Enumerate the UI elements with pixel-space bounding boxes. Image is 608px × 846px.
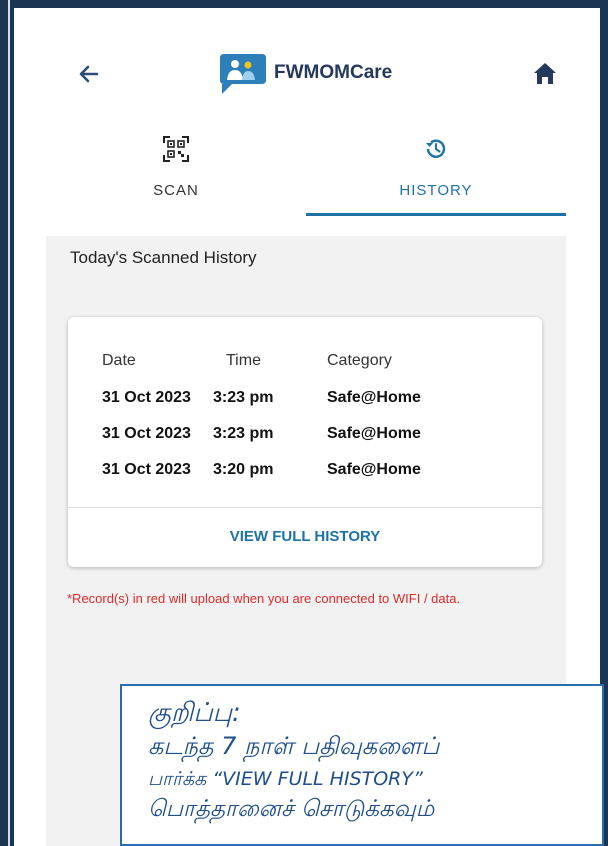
tip-line-3: பொத்தானைச் சொடுக்கவும் bbox=[148, 796, 435, 822]
qr-code-icon bbox=[163, 136, 189, 162]
app-bar: FWMOMCare bbox=[14, 8, 600, 128]
view-full-history-button[interactable]: VIEW FULL HISTORY bbox=[68, 508, 542, 566]
home-icon bbox=[534, 63, 556, 84]
row-category: Safe@Home bbox=[327, 425, 421, 442]
home-button[interactable] bbox=[525, 54, 565, 94]
tab-history[interactable]: HISTORY bbox=[306, 126, 566, 218]
back-button[interactable] bbox=[69, 54, 109, 94]
app-title: FWMOMCare bbox=[274, 62, 393, 83]
tip-overlay: குறிப்பு: கடந்த 7 நாள் பதிவுகளைப் பார்க்… bbox=[120, 684, 604, 846]
section-title: Today's Scanned History bbox=[70, 248, 257, 267]
row-date: 31 Oct 2023 bbox=[102, 389, 191, 406]
tip-heading: குறிப்பு: bbox=[148, 698, 241, 728]
tab-indicator bbox=[306, 213, 566, 216]
tab-bar: SCAN HISTORY bbox=[46, 126, 566, 218]
row-date: 31 Oct 2023 bbox=[102, 461, 191, 478]
frame-border bbox=[8, 0, 10, 846]
history-icon bbox=[426, 139, 446, 158]
tip-line-2: பார்க்க “VIEW FULL HISTORY” bbox=[148, 768, 423, 790]
row-category: Safe@Home bbox=[327, 389, 421, 406]
history-card: Date Time Category 31 Oct 2023 3:23 pm S… bbox=[68, 317, 542, 567]
row-category: Safe@Home bbox=[327, 461, 421, 478]
row-date: 31 Oct 2023 bbox=[102, 425, 191, 442]
tab-history-label: HISTORY bbox=[399, 182, 473, 199]
column-header-time: Time bbox=[226, 352, 261, 369]
row-time: 3:20 pm bbox=[213, 461, 274, 478]
row-time: 3:23 pm bbox=[213, 389, 274, 406]
tab-scan[interactable]: SCAN bbox=[46, 126, 306, 218]
row-time: 3:23 pm bbox=[213, 425, 274, 442]
column-header-category: Category bbox=[327, 352, 392, 369]
column-header-date: Date bbox=[102, 352, 136, 369]
tab-scan-label: SCAN bbox=[153, 182, 199, 199]
fwmomcare-logo-icon bbox=[214, 50, 270, 100]
upload-note: *Record(s) in red will upload when you a… bbox=[67, 591, 461, 606]
tip-line-1: கடந்த 7 நாள் பதிவுகளைப் bbox=[148, 732, 440, 760]
arrow-left-icon bbox=[79, 65, 99, 83]
